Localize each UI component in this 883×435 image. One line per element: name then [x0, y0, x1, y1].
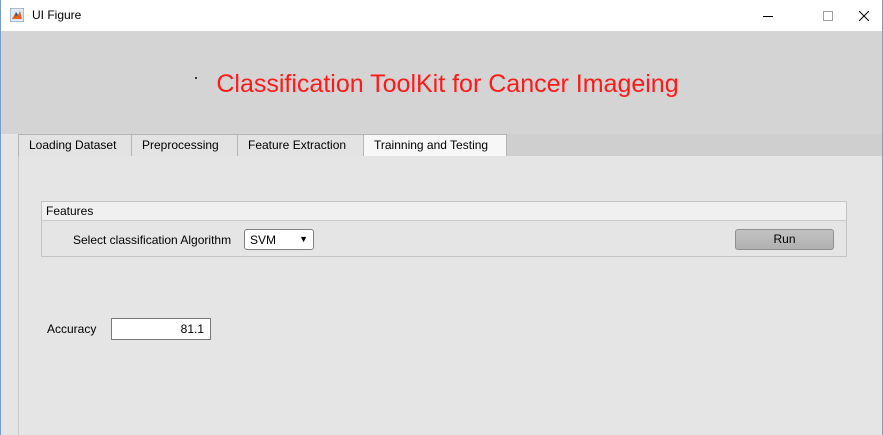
features-panel-header: Features	[42, 202, 846, 221]
algorithm-dropdown[interactable]: SVM ▼	[244, 229, 314, 250]
app-title: Classification ToolKit for Cancer Imagei…	[216, 70, 679, 98]
training-testing-panel: Features Select classification Algorithm…	[18, 156, 882, 435]
run-button[interactable]: Run	[735, 229, 834, 250]
accuracy-field[interactable]: 81.1	[111, 318, 211, 340]
algorithm-label: Select classification Algorithm	[73, 233, 232, 247]
minimize-button[interactable]	[745, 0, 791, 31]
tab-preprocessing[interactable]: Preprocessing	[131, 134, 238, 156]
window-title: UI Figure	[32, 8, 82, 22]
accuracy-label: Accuracy	[47, 322, 97, 336]
tab-loading-dataset[interactable]: Loading Dataset	[18, 134, 132, 156]
tab-feature-extraction[interactable]: Feature Extraction	[237, 134, 364, 156]
minimize-icon	[763, 15, 773, 17]
title-bar: UI Figure	[1, 0, 882, 31]
dropdown-arrow-icon: ▼	[299, 234, 308, 244]
header-panel: Classification ToolKit for Cancer Imagei…	[1, 31, 882, 134]
tab-training-and-testing[interactable]: Trainning and Testing	[363, 134, 507, 157]
close-icon	[859, 10, 869, 21]
tab-strip: Loading Dataset Preprocessing Feature Ex…	[18, 134, 882, 157]
maximize-icon	[823, 10, 833, 21]
features-panel-title: Features	[46, 204, 94, 218]
matlab-icon	[10, 8, 24, 22]
features-panel: Features Select classification Algorithm…	[41, 201, 847, 257]
figure-content: Classification ToolKit for Cancer Imagei…	[1, 31, 882, 435]
algorithm-selected-value: SVM	[250, 233, 277, 247]
ui-figure-window: UI Figure Classification ToolKit for Can…	[0, 0, 883, 435]
close-button[interactable]	[841, 0, 882, 31]
